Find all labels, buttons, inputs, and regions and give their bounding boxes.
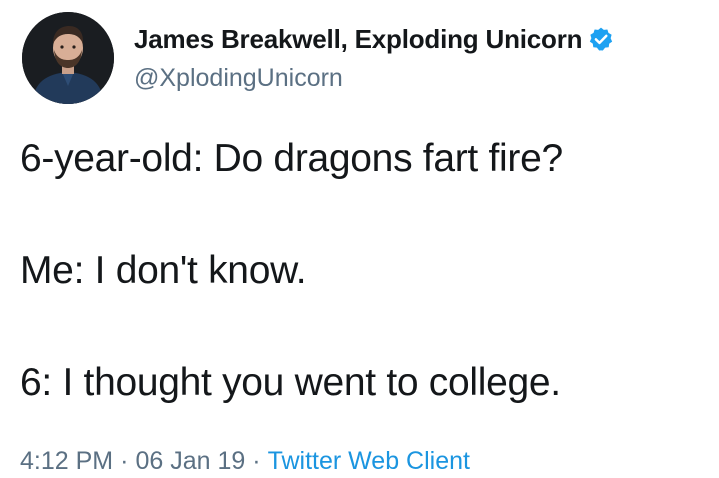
meta-separator: · <box>120 446 129 475</box>
user-handle[interactable]: @XplodingUnicorn <box>134 64 343 93</box>
verified-badge-icon <box>588 26 614 52</box>
author-name-row: James Breakwell, Exploding Unicorn <box>134 22 614 56</box>
tweet-source-link[interactable]: Twitter Web Client <box>268 447 470 476</box>
tweet-time[interactable]: 4:12 PM <box>20 447 113 476</box>
tweet-line: 6: I thought you went to college. <box>20 361 561 404</box>
tweet-card: James Breakwell, Exploding Unicorn @Xplo… <box>0 0 719 477</box>
tweet-line: Me: I don't know. <box>20 249 307 292</box>
display-name[interactable]: James Breakwell, Exploding Unicorn <box>134 24 583 55</box>
tweet-line: 6-year-old: Do dragons fart fire? <box>20 137 563 180</box>
meta-separator: · <box>252 446 261 475</box>
tweet-date[interactable]: 06 Jan 19 <box>135 447 245 476</box>
profile-photo <box>22 12 114 104</box>
tweet-text: 6-year-old: Do dragons fart fire? Me: I … <box>20 136 710 406</box>
avatar[interactable] <box>22 12 114 104</box>
tweet-meta: 4:12 PM · 06 Jan 19 · Twitter Web Client <box>20 444 470 478</box>
